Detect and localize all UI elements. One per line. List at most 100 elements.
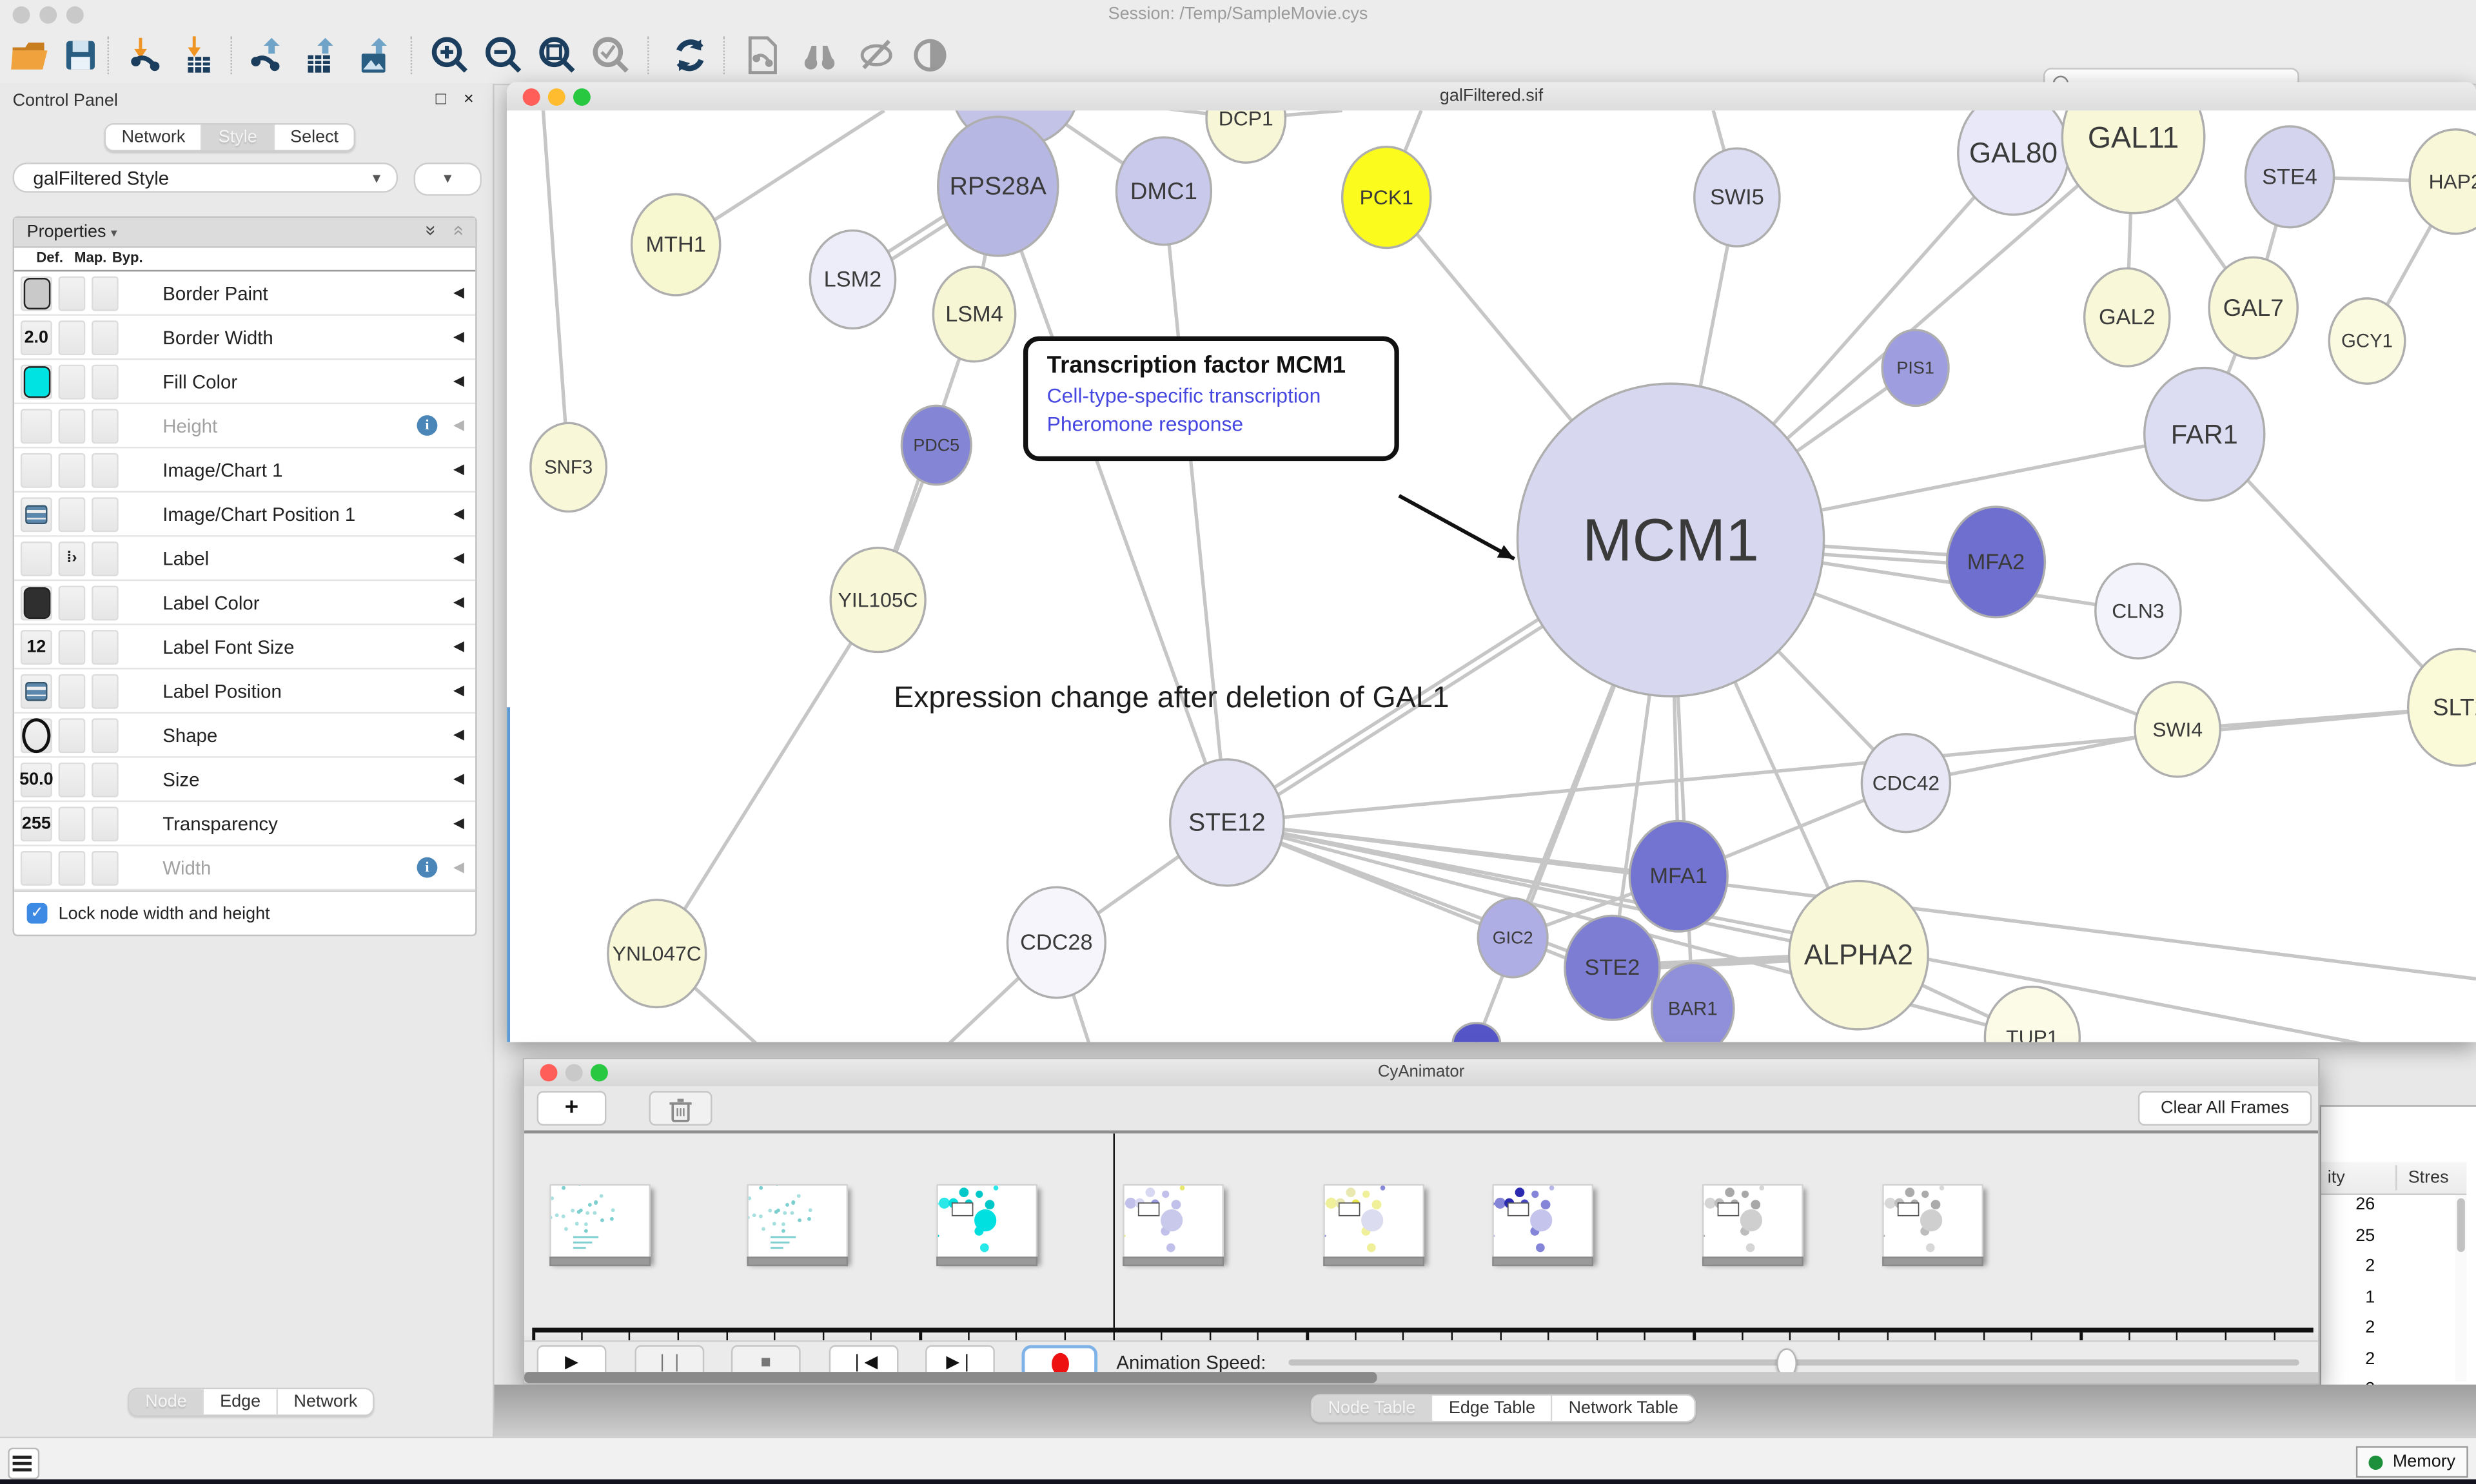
- frame-thumbnail-2s[interactable]: [936, 1184, 1037, 1262]
- expand-all-icon[interactable]: »: [421, 225, 443, 235]
- property-row-fill-color[interactable]: Fill Color◀: [14, 360, 475, 404]
- annotation-link-2[interactable]: Pheromone response: [1047, 412, 1395, 436]
- cyanimator-titlebar[interactable]: CyAnimator: [524, 1059, 2318, 1088]
- export-image-icon[interactable]: [354, 35, 395, 76]
- timeline-horizontal-scrollbar[interactable]: [524, 1372, 2318, 1383]
- export-network-icon[interactable]: [246, 35, 288, 76]
- show-details-icon[interactable]: [910, 35, 951, 76]
- clear-all-frames-button[interactable]: Clear All Frames: [2138, 1091, 2312, 1126]
- expand-row-icon[interactable]: ◀: [453, 461, 464, 478]
- info-icon[interactable]: i: [417, 857, 438, 878]
- cyanimator-timeline[interactable]: 0123456789 Seconds: [524, 1133, 2318, 1335]
- property-label: Shape: [162, 724, 217, 746]
- network-node-darknode[interactable]: [1453, 1023, 1500, 1042]
- tab-select[interactable]: Select: [275, 124, 355, 150]
- property-row-label-color[interactable]: Label Color◀: [14, 581, 475, 625]
- frame-thumbnail-4s[interactable]: [1323, 1184, 1424, 1262]
- tab-node-table[interactable]: Node Table: [1312, 1396, 1433, 1421]
- lock-checkbox[interactable]: ✓: [27, 903, 48, 924]
- property-row-border-width[interactable]: 2.0Border Width◀: [14, 316, 475, 360]
- property-row-image-chart-position-1[interactable]: Image/Chart Position 1◀: [14, 493, 475, 537]
- frame-thumbnail-6s[interactable]: [1702, 1184, 1803, 1262]
- panel-window-controls[interactable]: □ ×: [436, 90, 480, 109]
- expand-row-icon[interactable]: ◀: [453, 373, 464, 390]
- expand-row-icon[interactable]: ◀: [453, 417, 464, 434]
- tab-node[interactable]: Node: [130, 1389, 204, 1414]
- property-row-label-font-size[interactable]: 12Label Font Size◀: [14, 625, 475, 670]
- table-cell[interactable]: 2: [2321, 1349, 2466, 1380]
- info-icon[interactable]: i: [417, 415, 438, 436]
- zoom-fit-icon[interactable]: [537, 35, 578, 76]
- tab-edge[interactable]: Edge: [204, 1389, 278, 1414]
- property-row-shape[interactable]: Shape ◀: [14, 714, 475, 758]
- style-dropdown-value: galFiltered Style: [33, 168, 169, 190]
- frame-thumbnail-7s[interactable]: [1882, 1184, 1983, 1262]
- annotation-link-1[interactable]: Cell-type-specific transcription: [1047, 384, 1395, 407]
- memory-button[interactable]: Memory: [2357, 1446, 2468, 1478]
- hide-details-icon[interactable]: [856, 35, 897, 76]
- frame-thumbnail-3s[interactable]: [1123, 1184, 1224, 1262]
- expand-row-icon[interactable]: ◀: [453, 638, 464, 655]
- position-icon: [25, 681, 47, 700]
- expand-row-icon[interactable]: ◀: [453, 770, 464, 788]
- frame-thumbnail-1s[interactable]: [747, 1184, 848, 1262]
- tab-network[interactable]: Network: [106, 124, 202, 150]
- frame-thumbnail-0s[interactable]: [549, 1184, 651, 1262]
- column-def: Def.: [36, 249, 63, 265]
- table-cell[interactable]: 2: [2321, 1318, 2466, 1349]
- animation-speed-slider[interactable]: [1288, 1360, 2299, 1366]
- style-dropdown[interactable]: galFiltered Style ▾: [13, 162, 398, 193]
- add-frame-button[interactable]: +: [537, 1091, 607, 1126]
- zoom-in-icon[interactable]: [429, 35, 471, 76]
- zoom-out-icon[interactable]: [483, 35, 524, 76]
- table-cell[interactable]: 26: [2321, 1195, 2466, 1226]
- expand-row-icon[interactable]: ◀: [453, 727, 464, 744]
- table-cell[interactable]: 1: [2321, 1287, 2466, 1318]
- save-session-icon[interactable]: [60, 35, 101, 76]
- property-row-width[interactable]: Widthi◀: [14, 846, 475, 891]
- network-file-icon[interactable]: [742, 35, 783, 76]
- task-history-button[interactable]: [8, 1448, 39, 1479]
- expand-row-icon[interactable]: ◀: [453, 549, 464, 567]
- delete-frame-button[interactable]: [649, 1091, 712, 1126]
- property-row-border-paint[interactable]: Border Paint◀: [14, 271, 475, 316]
- expand-row-icon[interactable]: ◀: [453, 284, 464, 302]
- refresh-icon[interactable]: [669, 35, 711, 76]
- search-binoculars-icon[interactable]: [799, 35, 840, 76]
- properties-header[interactable]: Properties ▾ » »: [14, 218, 475, 248]
- property-row-height[interactable]: Heighti◀: [14, 404, 475, 449]
- frame-thumbnail-5s[interactable]: [1492, 1184, 1593, 1262]
- table-vertical-scrollbar[interactable]: [2455, 1195, 2466, 1381]
- open-session-icon[interactable]: [10, 35, 51, 76]
- export-table-icon[interactable]: [300, 35, 341, 76]
- property-row-transparency[interactable]: 255Transparency◀: [14, 802, 475, 846]
- column-header-ity[interactable]: ity: [2328, 1168, 2345, 1187]
- network-canvas[interactable]: RPS28ADMC1DCP1PCK1SWI5GAL80GAL11STE4HAP2…: [507, 110, 2476, 1042]
- zoom-selected-icon[interactable]: [591, 35, 632, 76]
- style-options-button[interactable]: ▾: [414, 162, 482, 195]
- mcm1-annotation-box[interactable]: Transcription factor MCM1 Cell-type-spec…: [1023, 337, 1399, 461]
- tab-network[interactable]: Network: [278, 1389, 373, 1414]
- tab-network-table[interactable]: Network Table: [1553, 1396, 1694, 1421]
- timeline-playhead[interactable]: [1112, 1133, 1114, 1327]
- property-row-label-position[interactable]: Label Position ◀: [14, 669, 475, 714]
- column-header-stress[interactable]: Stres: [2408, 1168, 2449, 1187]
- table-cell[interactable]: 2: [2321, 1256, 2466, 1287]
- expand-row-icon[interactable]: ◀: [453, 594, 464, 611]
- table-cell[interactable]: 25: [2321, 1226, 2466, 1257]
- property-row-image-chart-1[interactable]: Image/Chart 1◀: [14, 449, 475, 493]
- expand-row-icon[interactable]: ◀: [453, 682, 464, 699]
- expand-row-icon[interactable]: ◀: [453, 328, 464, 346]
- property-row-label[interactable]: ⁞›Label◀: [14, 537, 475, 581]
- import-table-icon[interactable]: [177, 35, 218, 76]
- property-row-size[interactable]: 50.0Size◀: [14, 758, 475, 803]
- expand-row-icon[interactable]: ◀: [453, 505, 464, 523]
- property-label: Label Position: [162, 679, 282, 701]
- network-window-titlebar[interactable]: galFiltered.sif: [507, 82, 2476, 112]
- expand-row-icon[interactable]: ◀: [453, 859, 464, 876]
- tab-style[interactable]: Style: [202, 124, 274, 150]
- import-network-icon[interactable]: [123, 35, 164, 76]
- expand-row-icon[interactable]: ◀: [453, 815, 464, 832]
- collapse-all-icon[interactable]: »: [446, 225, 468, 235]
- tab-edge-table[interactable]: Edge Table: [1433, 1396, 1553, 1421]
